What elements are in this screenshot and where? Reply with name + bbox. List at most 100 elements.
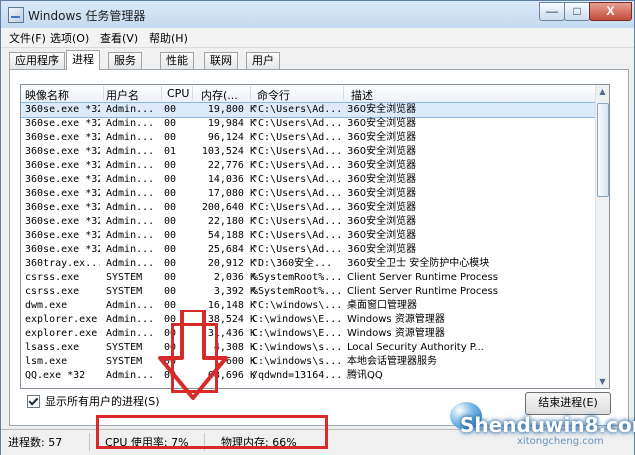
process-description: 桌面窗口管理器 <box>347 300 417 311</box>
process-memory: 96,124 K <box>207 132 256 143</box>
process-memory: 19,800 K <box>207 104 256 115</box>
process-user: Admin... <box>106 146 155 157</box>
scroll-up-icon[interactable]: ▲ <box>597 86 608 97</box>
window-title: Windows 任务管理器 <box>28 9 146 23</box>
tab-users[interactable]: 用户 <box>246 52 280 69</box>
status-process-count: 进程数: 57 <box>8 436 63 449</box>
process-description: 360安全浏览器 <box>347 244 417 255</box>
table-row[interactable]: 360se.exe *32 Admin... 00 22,180 K "C:\Users… <box>21 215 596 229</box>
table-row[interactable]: 360se.exe *32 Admin... 00 19,800 K "C:\Users… <box>21 102 597 118</box>
title-bar[interactable]: Windows 任务管理器 — □ X <box>1 1 634 28</box>
process-user: Admin... <box>106 174 155 185</box>
table-row[interactable]: 360se.exe *32 Admin... 00 19,984 K "C:\Users… <box>21 117 596 131</box>
tab-processes[interactable]: 进程 <box>66 50 100 70</box>
table-row[interactable]: 360se.exe *32 Admin... 00 17,080 K "C:\Users… <box>21 187 596 201</box>
status-physical-memory: 物理内存: 66% <box>221 436 297 449</box>
column-image-name[interactable]: 映像名称 <box>25 87 69 103</box>
process-memory: 103,524 K <box>201 146 256 157</box>
process-description: 360安全卫士 安全防护中心模块 <box>347 258 490 269</box>
process-command-line: C:\windows\E... <box>252 328 343 339</box>
process-name: 360se.exe *32 <box>25 104 100 115</box>
task-manager-icon <box>8 7 24 23</box>
process-command-line: C:\windows\s... <box>252 342 343 353</box>
process-description: 360安全浏览器 <box>347 230 417 241</box>
process-description: 360安全浏览器 <box>347 216 417 227</box>
column-description[interactable]: 描述 <box>351 87 373 103</box>
maximize-button[interactable]: □ <box>564 2 590 21</box>
table-row[interactable]: 360se.exe *32 Admin... 00 54,188 K "C:\Users… <box>21 229 596 243</box>
process-command-line: "C:\Users\Ad... <box>252 244 343 255</box>
scroll-thumb[interactable] <box>597 103 609 197</box>
table-row[interactable]: csrss.exe SYSTEM 00 3,392 K %SystemRoot%... C… <box>21 285 596 299</box>
process-cpu: 01 <box>164 146 177 157</box>
process-description: 360安全浏览器 <box>347 146 417 157</box>
show-all-processes[interactable]: 显示所有用户的进程(S) <box>27 393 160 409</box>
process-cpu: 00 <box>164 244 177 255</box>
process-memory: 2,036 K <box>213 272 256 283</box>
table-row[interactable]: lsass.exe SYSTEM 00 4,308 K C:\windows\s... L… <box>21 341 596 355</box>
table-row[interactable]: 360se.exe *32 Admin... 00 14,036 K "C:\Users… <box>21 173 596 187</box>
table-row[interactable]: explorer.exe Admin... 00 38,524 K C:\windows… <box>21 313 596 327</box>
tab-services[interactable]: 服务 <box>108 52 142 69</box>
process-command-line: "C:\windows\... <box>252 300 343 311</box>
menu-view[interactable]: 查看(V) <box>100 30 138 46</box>
end-process-button[interactable]: 结束进程(E) <box>525 392 611 415</box>
menu-file[interactable]: 文件(F) <box>9 30 46 46</box>
process-cpu: 00 <box>164 272 177 283</box>
process-command-line: %SystemRoot%... <box>252 272 343 283</box>
menu-help[interactable]: 帮助(H) <box>149 30 188 46</box>
close-button[interactable]: X <box>589 2 632 21</box>
table-row[interactable]: 360se.exe *32 Admin... 00 22,776 K "C:\Users… <box>21 159 596 173</box>
process-memory: 20,912 K <box>207 258 256 269</box>
process-command-line: "C:\Users\Ad... <box>252 146 343 157</box>
scroll-down-icon[interactable]: ▼ <box>597 376 608 387</box>
minimize-button[interactable]: — <box>539 2 565 21</box>
table-row[interactable]: lsm.exe SYSTEM 00 1,600 K C:\windows\s... 本地会… <box>21 355 596 369</box>
column-memory[interactable]: 内存(... <box>201 87 238 103</box>
process-command-line: "C:\Users\Ad... <box>252 118 343 129</box>
process-command-line: "C:\Users\Ad... <box>252 104 343 115</box>
tab-networking[interactable]: 联网 <box>204 52 238 69</box>
process-cpu: 00 <box>164 160 177 171</box>
column-cpu[interactable]: CPU <box>167 87 189 100</box>
table-row[interactable]: 360se.exe *32 Admin... 00 25,684 K "C:\Users… <box>21 243 596 257</box>
table-row[interactable]: 360se.exe *32 Admin... 00 96,124 K "C:\Users… <box>21 131 596 145</box>
table-row[interactable]: QQ.exe *32 Admin... 00 68,696 K/qdwnd=13164… <box>21 369 596 383</box>
red-arrow-icon <box>158 310 228 400</box>
process-command-line: "C:\Users\Ad... <box>252 230 343 241</box>
table-row[interactable]: csrss.exe SYSTEM 00 2,036 K %SystemRoot%... C… <box>21 271 596 285</box>
process-name: csrss.exe <box>25 286 80 297</box>
process-name: 360se.exe *32 <box>25 174 100 185</box>
vertical-scrollbar[interactable]: ▲ ▼ <box>595 85 609 388</box>
process-user: Admin... <box>106 244 155 255</box>
process-memory: 200,640 K <box>201 202 256 213</box>
process-memory: 22,776 K <box>207 160 256 171</box>
table-row[interactable]: 360se.exe *32 Admin... 01 103,524 K "C:\User… <box>21 145 596 159</box>
process-memory: 25,684 K <box>207 244 256 255</box>
table-row[interactable]: 360se.exe *32 Admin... 00 200,640 K "C:\User… <box>21 201 596 215</box>
process-name: 360se.exe *32 <box>25 216 100 227</box>
table-row[interactable]: dwm.exe Admin... 00 16,148 K "C:\windows\...… <box>21 299 596 313</box>
table-row[interactable]: 360tray.ex... Admin... 00 20,912 K "D:\360安全… <box>21 257 596 271</box>
column-user-name[interactable]: 用户名 <box>106 87 139 103</box>
status-cpu-usage: CPU 使用率: 7% <box>105 436 189 449</box>
process-memory: 17,080 K <box>207 188 256 199</box>
process-memory: 3,392 K <box>213 286 256 297</box>
process-user: Admin... <box>106 118 155 129</box>
process-cpu: 00 <box>164 258 177 269</box>
process-memory: 54,188 K <box>207 230 256 241</box>
process-memory: 22,180 K <box>207 216 256 227</box>
process-rows: 360se.exe *32 Admin... 00 19,800 K "C:\Users… <box>21 102 597 383</box>
column-command-line[interactable]: 命令行 <box>257 87 290 103</box>
show-all-processes-checkbox[interactable] <box>27 394 40 408</box>
tab-performance[interactable]: 性能 <box>160 52 194 69</box>
process-user: Admin... <box>106 258 155 269</box>
process-command-line: "C:\Users\Ad... <box>252 202 343 213</box>
tab-applications[interactable]: 应用程序 <box>9 52 65 69</box>
menu-options[interactable]: 选项(O) <box>50 30 89 46</box>
show-all-processes-label: 显示所有用户的进程(S) <box>45 395 160 408</box>
process-list[interactable]: 映像名称 用户名 CPU 内存(... 命令行 描述 360se.exe *32… <box>20 84 610 389</box>
process-name: dwm.exe <box>25 300 68 311</box>
table-row[interactable]: explorer.exe Admin... 00 31,436 K C:\windows… <box>21 327 596 341</box>
process-cpu: 00 <box>164 216 177 227</box>
